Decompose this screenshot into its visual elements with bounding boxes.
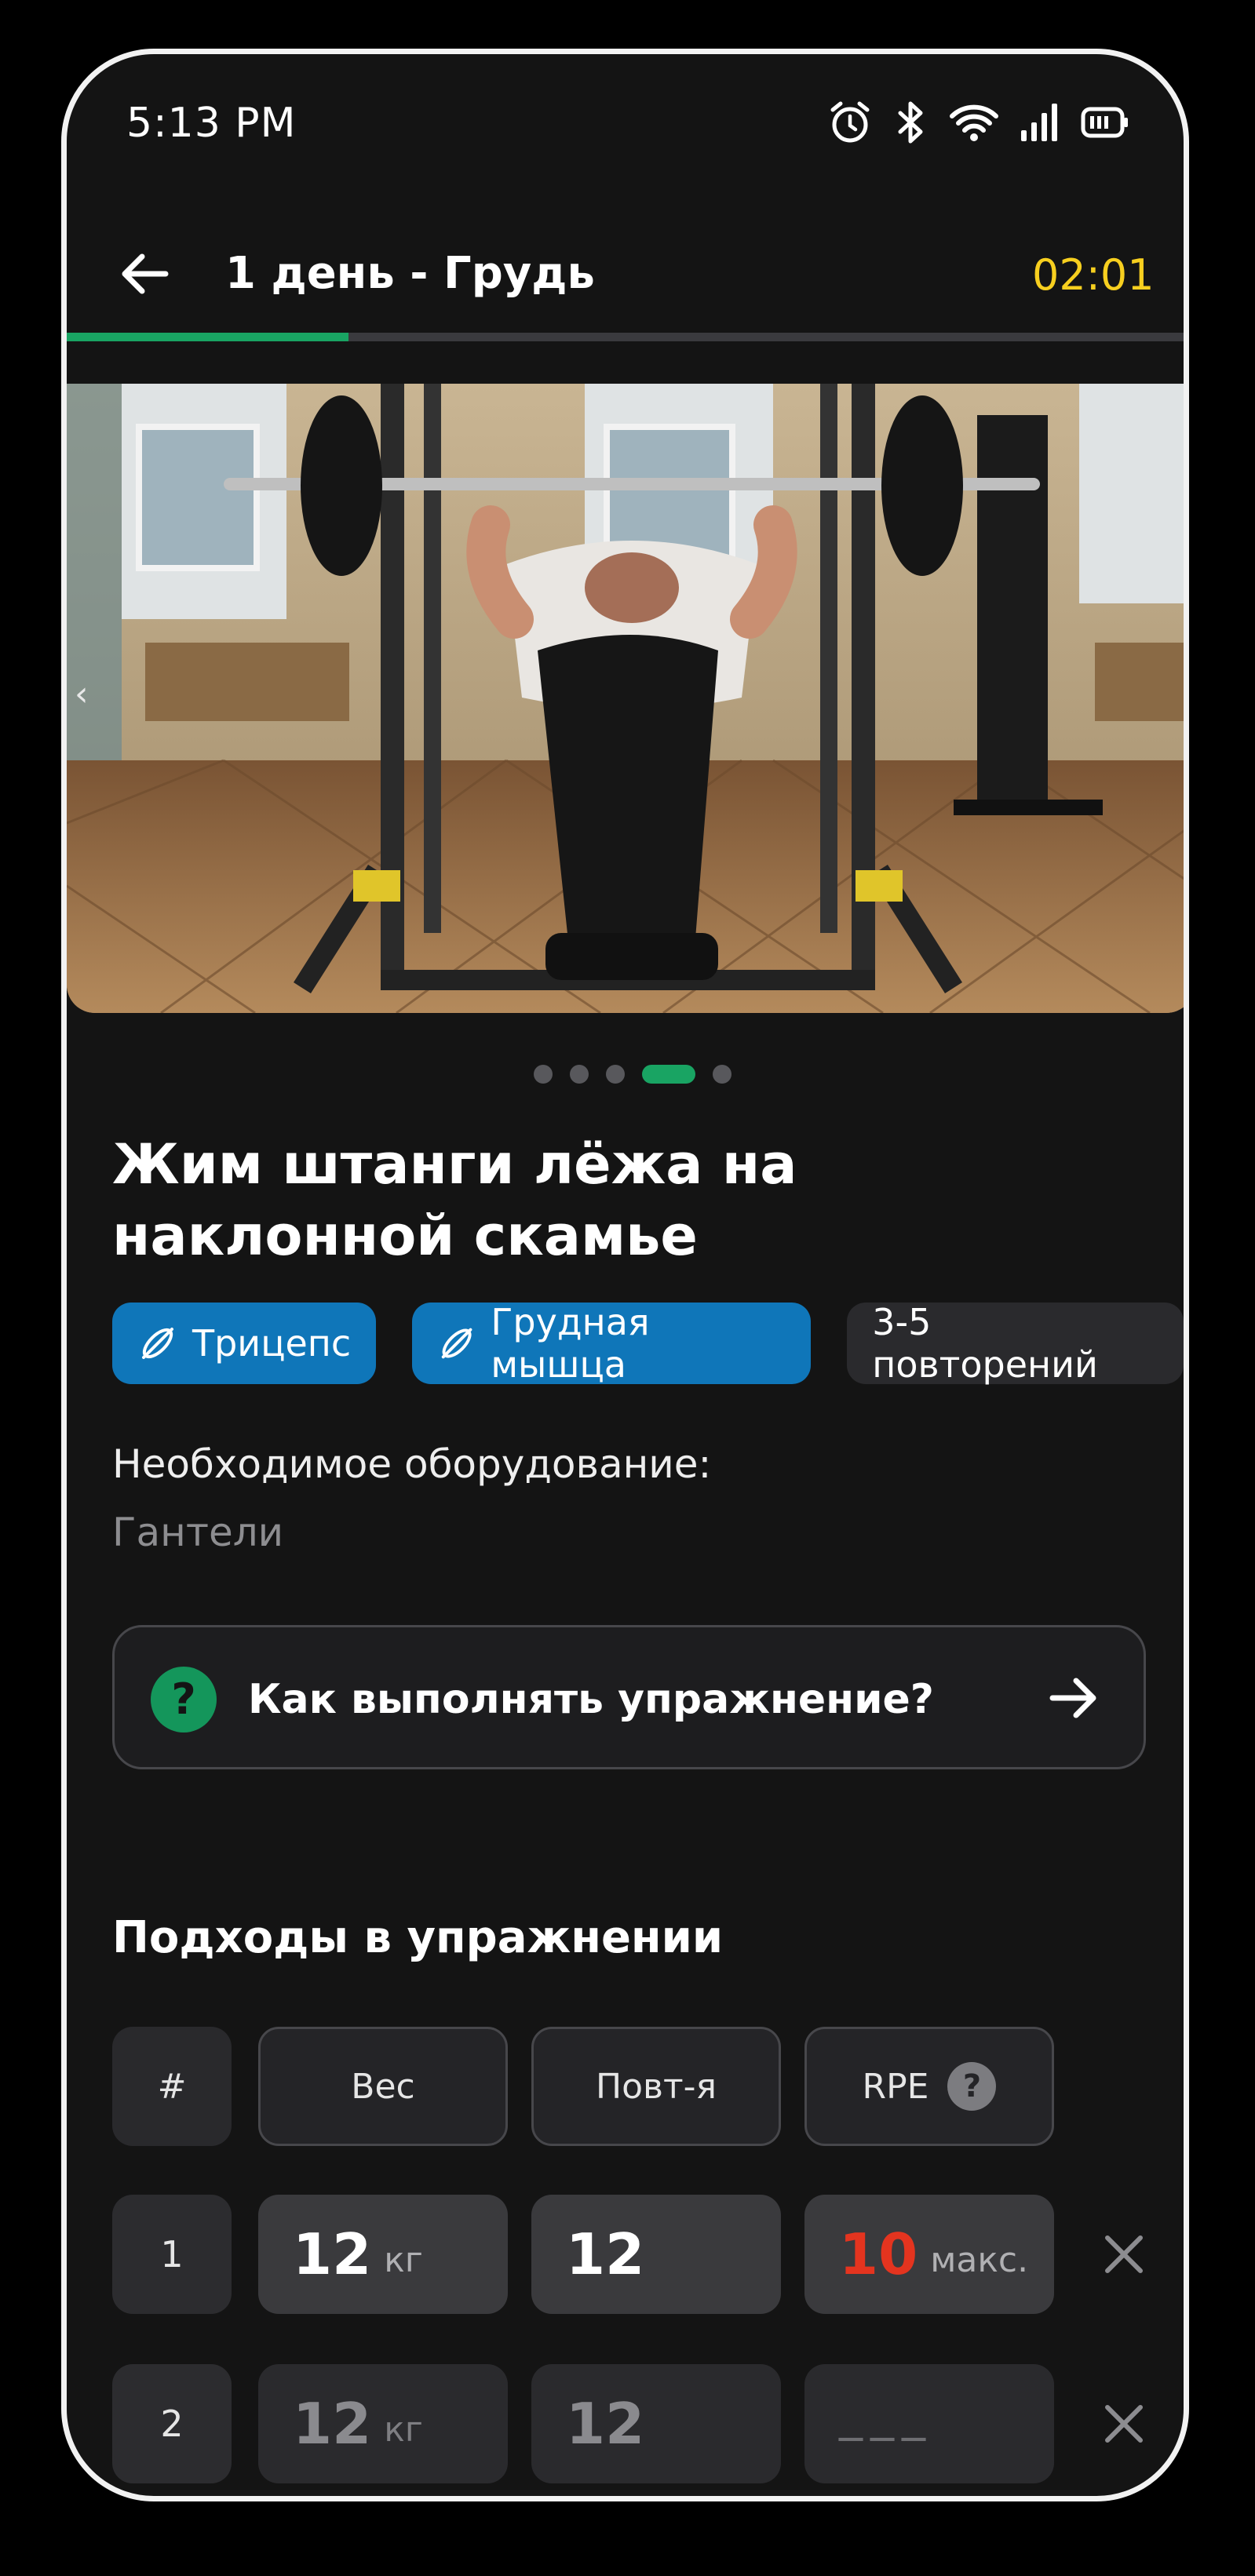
workout-progress-bar <box>67 333 1184 341</box>
exercise-photo[interactable] <box>67 384 1184 1013</box>
tag-label: 3-5 повторений <box>872 1301 1098 1386</box>
muscle-icon <box>142 1328 173 1359</box>
help-icon: ? <box>151 1667 217 1733</box>
how-to-label: Как выполнять упражнение? <box>248 1676 934 1723</box>
rpe-placeholder: ___ <box>839 2387 933 2442</box>
workout-title: 1 день - Грудь <box>225 248 595 299</box>
weight-unit: кг <box>384 2239 423 2280</box>
set-number: 1 <box>112 2195 232 2314</box>
column-header-weight: Вес <box>258 2027 508 2146</box>
alarm-icon <box>830 101 870 143</box>
column-label: Повт-я <box>596 2066 717 2107</box>
how-to-button[interactable]: ? Как выполнять упражнение? <box>112 1625 1146 1769</box>
back-arrow-icon[interactable] <box>115 242 178 305</box>
bluetooth-icon <box>898 101 923 144</box>
reps-input[interactable]: 12 <box>531 2195 781 2314</box>
carousel-dot[interactable] <box>713 1065 731 1084</box>
weight-input[interactable]: 12 кг <box>258 2195 508 2314</box>
weight-unit: кг <box>384 2409 423 2450</box>
equipment-value: Гантели <box>112 1510 284 1555</box>
column-label: # <box>157 2066 187 2107</box>
column-label: RPE <box>862 2066 929 2107</box>
reps-input[interactable]: 12 <box>531 2364 781 2483</box>
tag-label: Грудная мышца <box>491 1301 650 1386</box>
phone-screen: 5:13 PM 1 день - Грудь 02:01 ‹ Жим штанг… <box>61 49 1189 2501</box>
rpe-value: 10 <box>839 2221 918 2287</box>
tag-reps-range: 3-5 повторений <box>847 1301 1184 1386</box>
carousel-dot-active[interactable] <box>642 1065 695 1084</box>
set-number: 2 <box>112 2364 232 2483</box>
weight-input[interactable]: 12 кг <box>258 2364 508 2483</box>
weight-value: 12 <box>293 2391 372 2457</box>
rpe-note: макс. <box>930 2239 1029 2280</box>
carousel-dot[interactable] <box>606 1065 625 1084</box>
arrow-right-icon <box>1049 1678 1096 1718</box>
battery-icon <box>1081 107 1128 138</box>
carousel-dot[interactable] <box>534 1065 553 1084</box>
delete-set-icon[interactable] <box>1096 2396 1151 2451</box>
set-number-label: 1 <box>160 2233 184 2275</box>
exercise-name: Жим штанги лёжа на наклонной скамье <box>112 1132 797 1268</box>
rpe-help-icon[interactable]: ? <box>947 2062 997 2111</box>
equipment-label: Необходимое оборудование: <box>112 1441 712 1487</box>
carousel-dots <box>534 1065 731 1084</box>
tag-triceps: Трицепс <box>112 1303 377 1384</box>
rpe-input[interactable]: 10 макс. <box>804 2195 1054 2314</box>
carousel-dot[interactable] <box>570 1065 589 1084</box>
rpe-input[interactable]: ___ <box>804 2364 1054 2483</box>
workout-progress-fill <box>67 333 349 341</box>
column-header-number: # <box>112 2027 232 2146</box>
chevron-left-icon[interactable]: ‹ <box>75 674 89 714</box>
tag-chest: Грудная мышца <box>412 1301 812 1386</box>
reps-value: 12 <box>566 2221 645 2287</box>
weight-value: 12 <box>293 2221 372 2287</box>
delete-set-icon[interactable] <box>1096 2227 1151 2282</box>
status-time: 5:13 PM <box>126 100 297 147</box>
column-label: Вес <box>351 2066 415 2107</box>
tag-label: Трицепс <box>192 1322 352 1365</box>
set-number-label: 2 <box>160 2403 184 2445</box>
muscle-icon <box>441 1328 472 1359</box>
workout-timer: 02:01 <box>1032 250 1155 300</box>
reps-value: 12 <box>566 2391 645 2457</box>
exercise-tags: Трицепс Грудная мышца 3-5 повторений <box>112 1301 1184 1386</box>
column-header-reps: Повт-я <box>531 2027 781 2146</box>
column-header-rpe[interactable]: RPE ? <box>804 2027 1054 2146</box>
status-icons <box>826 97 1129 148</box>
wifi-icon <box>950 104 998 141</box>
signal-icon <box>1021 104 1057 141</box>
sets-title: Подходы в упражнении <box>112 1912 724 1963</box>
